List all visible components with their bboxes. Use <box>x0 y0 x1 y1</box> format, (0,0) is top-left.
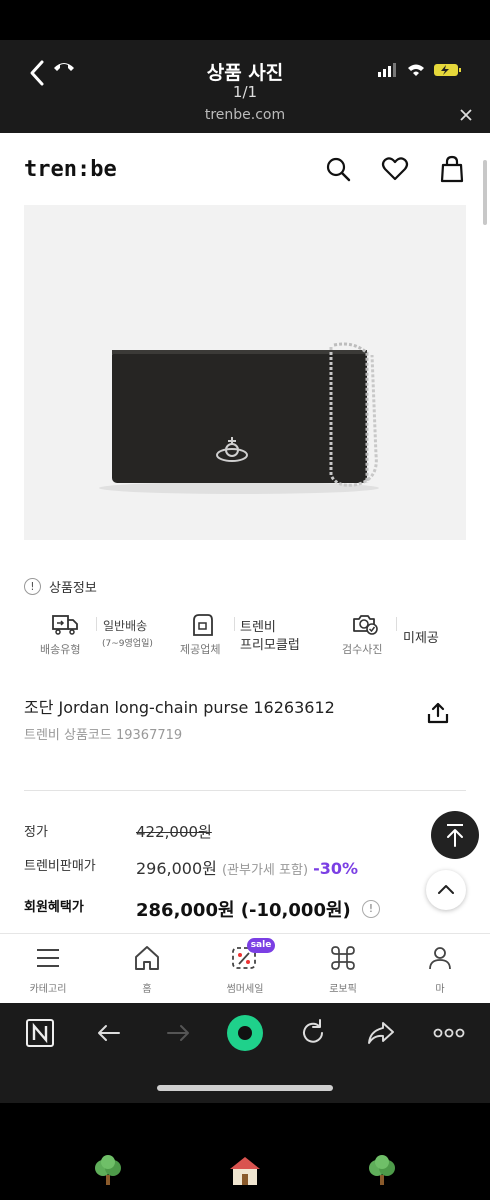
product-code: 트렌비 상품코드 19367719 <box>24 728 183 743</box>
naver-n-icon[interactable] <box>24 1017 56 1049</box>
purse-illustration <box>99 342 379 494</box>
home-icon <box>135 946 159 970</box>
menu-icon <box>37 949 59 967</box>
member-price-group: 286,000원 (-10,000원) <box>136 896 351 922</box>
home-indicator[interactable] <box>157 1085 333 1091</box>
vat-note: (관부가세 포함) <box>221 863 309 878</box>
green-dot-icon[interactable] <box>226 1014 264 1052</box>
sale-badge: sale <box>247 938 275 953</box>
provider: 제공업체 트렌비 프리모클럽 <box>178 613 318 663</box>
nav-label: 마 <box>435 984 445 995</box>
inspection-photos: 검수사진 미제공 <box>340 613 460 663</box>
feature-divider <box>96 617 97 631</box>
arrow-up-icon <box>447 824 463 847</box>
feature-subvalue: 프리모클럽 <box>240 638 300 653</box>
delivery-truck-icon <box>52 615 78 635</box>
member-price: 286,000원 (-10,000원) <box>136 900 351 921</box>
nav-label: 홈 <box>142 984 152 995</box>
close-icon[interactable] <box>458 107 474 123</box>
site-header: tren:be <box>0 133 490 203</box>
photo-counter: 1/1 <box>232 83 258 101</box>
viewer-header: 상품 사진 1/1 trenbe.com <box>0 0 490 133</box>
command-icon <box>331 946 355 970</box>
list-price: 422,000원 <box>136 823 212 841</box>
feature-caption: 검수사진 <box>342 643 383 656</box>
sale-price-label: 트렌비판매가 <box>24 859 96 874</box>
trenbe-logo[interactable]: tren:be <box>24 157 117 182</box>
delivery-type: 배송유형 일반배송 (7~9영업일) <box>40 613 160 663</box>
viewer-url: trenbe.com <box>204 107 286 123</box>
browser-back-icon[interactable] <box>93 1017 125 1049</box>
product-info-heading: ! 상품정보 <box>24 576 97 596</box>
section-divider <box>24 790 466 791</box>
house-emoji-icon <box>230 1157 260 1185</box>
product-info-label: 상품정보 <box>49 580 97 596</box>
feature-caption: 제공업체 <box>180 643 221 656</box>
list-price-row: 정가 422,000원 <box>24 821 464 843</box>
app-bottom-nav: 카테고리 홈 썸머세일 sale 로보픽 마 <box>0 933 490 1003</box>
browser-toolbar <box>0 1003 490 1103</box>
list-price-label: 정가 <box>24 825 48 840</box>
scroll-to-top-button[interactable] <box>431 811 479 859</box>
product-image[interactable] <box>24 205 466 540</box>
feature-value: 미제공 <box>403 631 439 646</box>
nav-item-home[interactable]: 홈 <box>112 944 182 1000</box>
sale-price-row: 트렌비판매가 296,000원 (관부가세 포함) -30% <box>24 855 464 879</box>
status-strip <box>0 0 490 40</box>
more-options-icon[interactable] <box>433 1017 465 1049</box>
reload-icon[interactable] <box>297 1017 329 1049</box>
share-arrow-icon[interactable] <box>365 1017 397 1049</box>
shopping-bag-icon[interactable] <box>438 155 466 183</box>
scroll-up-button[interactable] <box>426 870 466 910</box>
heart-icon[interactable] <box>381 155 409 183</box>
tree-emoji-icon <box>369 1155 395 1185</box>
share-icon[interactable] <box>426 701 450 725</box>
search-icon[interactable] <box>324 155 352 183</box>
system-status-icons <box>378 63 461 77</box>
feature-value: 트렌비 <box>240 620 276 635</box>
member-info-icon[interactable]: ! <box>362 900 380 918</box>
nav-label: 썸머세일 <box>226 984 264 995</box>
sale-price-group: 296,000원 (관부가세 포함) -30% <box>136 855 358 879</box>
store-icon <box>193 614 213 636</box>
product-title: 조단 Jordan long-chain purse 16263612 <box>24 698 335 717</box>
bottom-area <box>0 1103 490 1200</box>
member-price-label: 회원혜택가 <box>24 900 84 915</box>
nav-item-my[interactable]: 마 <box>405 944 475 1000</box>
tree-emoji-icon <box>95 1155 121 1185</box>
discount-rate: -30% <box>313 859 359 878</box>
product-page: tren:be ! 상품정보 배송유형 일반배송 (7~9영업일) 제공업체 트… <box>0 133 490 1003</box>
feature-value: 일반배송 <box>103 619 148 633</box>
feature-subvalue: (7~9영업일) <box>102 639 153 649</box>
nav-item-robopick[interactable]: 로보픽 <box>308 944 378 1000</box>
feature-divider <box>234 617 235 631</box>
browser-forward-icon[interactable] <box>162 1017 194 1049</box>
user-icon <box>429 947 451 970</box>
nav-item-category[interactable]: 카테고리 <box>13 944 83 1000</box>
nav-label: 로보픽 <box>329 984 357 995</box>
nav-label: 카테고리 <box>29 984 67 995</box>
chevron-up-icon <box>438 885 454 894</box>
camera-check-icon <box>353 615 378 635</box>
feature-divider <box>396 617 397 631</box>
feature-caption: 배송유형 <box>40 643 81 656</box>
sale-price: 296,000원 <box>136 859 217 878</box>
info-circle-icon: ! <box>24 577 41 595</box>
